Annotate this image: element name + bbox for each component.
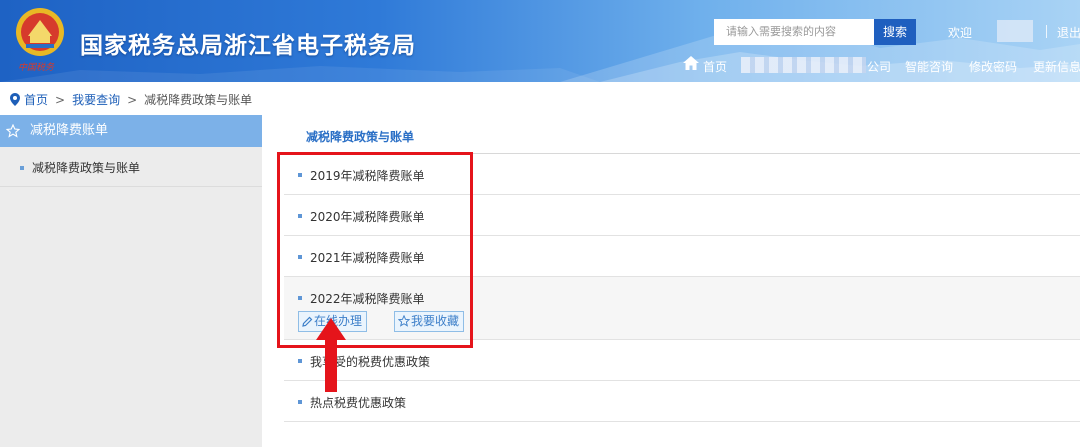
location-pin-icon — [10, 93, 20, 106]
nav-company-suffix[interactable]: 公司 — [867, 58, 891, 75]
breadcrumb-home[interactable]: 首页 — [24, 93, 48, 107]
bullet-icon — [298, 359, 302, 363]
tax-emblem-icon — [16, 8, 64, 56]
site-title: 国家税务总局浙江省电子税务局 — [80, 33, 416, 59]
breadcrumb-current: 减税降费政策与账单 — [144, 93, 253, 107]
header-divider — [1046, 25, 1047, 38]
bullet-icon — [298, 400, 302, 404]
sidebar-item-label: 减税降费政策与账单 — [32, 161, 141, 175]
bullet-icon — [20, 166, 24, 170]
star-outline-icon — [6, 124, 20, 138]
home-icon[interactable] — [683, 56, 699, 70]
list-item[interactable]: 热点税费优惠政策 — [284, 381, 1080, 422]
nav-update-info[interactable]: 更新信息 — [1033, 58, 1080, 75]
sidebar-item-policy-bill[interactable]: 减税降费政策与账单 — [0, 153, 262, 187]
breadcrumb: 首页 > 我要查询 > 减税降费政策与账单 — [10, 91, 252, 107]
sidebar-heading-label: 减税降费账单 — [30, 123, 109, 138]
seal-signature: 中国税务 — [18, 63, 55, 73]
company-name-redacted — [741, 57, 866, 73]
search-button[interactable]: 搜索 — [874, 19, 916, 45]
highlight-box — [277, 152, 473, 348]
sidebar-heading[interactable]: 减税降费账单 — [0, 115, 262, 147]
breadcrumb-separator: > — [55, 93, 66, 107]
breadcrumb-query[interactable]: 我要查询 — [72, 93, 120, 107]
nav-home-link[interactable]: 首页 — [703, 58, 727, 75]
nav-change-password[interactable]: 修改密码 — [969, 58, 1017, 75]
nav-smart-consult[interactable]: 智能咨询 — [905, 58, 953, 75]
username-redacted — [997, 20, 1033, 42]
section-title: 减税降费政策与账单 — [306, 130, 415, 144]
site-header: 中国税务 国家税务总局浙江省电子税务局 请输入需要搜索的内容 搜索 欢迎 退出 … — [0, 0, 1080, 82]
up-arrow-icon — [316, 318, 346, 392]
search-input[interactable]: 请输入需要搜索的内容 — [714, 19, 874, 45]
welcome-text: 欢迎 — [948, 26, 973, 40]
list-item-label: 热点税费优惠政策 — [310, 396, 407, 410]
breadcrumb-separator: > — [127, 93, 138, 107]
logout-link[interactable]: 退出 — [1057, 24, 1080, 41]
sidebar: 减税降费账单 减税降费政策与账单 — [0, 115, 262, 447]
